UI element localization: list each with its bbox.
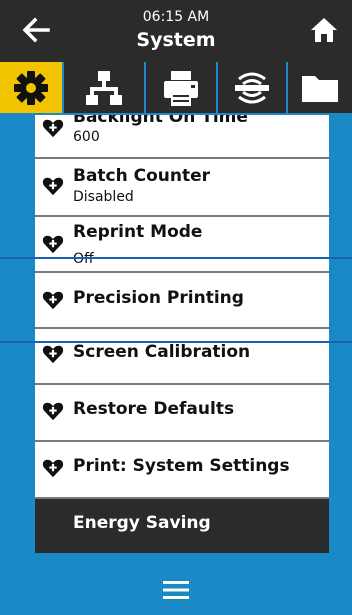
- folder-icon: [302, 75, 338, 102]
- item-value: 600: [73, 129, 100, 145]
- scroll-region-bottom-line: [0, 341, 352, 343]
- add-heart-icon: [42, 402, 64, 421]
- hamburger-menu-icon[interactable]: [163, 579, 189, 601]
- list-item-reprint-mode[interactable]: Reprint Mode Off: [35, 217, 329, 273]
- item-label: Restore Defaults: [73, 399, 235, 419]
- item-label: Energy Saving: [73, 513, 211, 533]
- network-icon: [86, 70, 122, 105]
- tab-storage[interactable]: [288, 62, 352, 113]
- item-value: Disabled: [73, 189, 134, 205]
- home-icon[interactable]: [308, 14, 340, 46]
- printer-icon: [164, 70, 198, 106]
- settings-list: Backlight On Time 600 Batch Counter Disa…: [35, 115, 329, 555]
- add-heart-icon: [42, 291, 64, 310]
- tab-bar: [0, 62, 352, 115]
- item-value: Off: [73, 251, 94, 267]
- add-heart-icon: [42, 119, 64, 138]
- clock-time: 06:15 AM: [142, 9, 210, 25]
- add-heart-icon: [42, 235, 64, 254]
- add-heart-icon: [42, 177, 64, 196]
- list-item-screen-calibration[interactable]: Screen Calibration: [35, 329, 329, 385]
- item-label: Precision Printing: [73, 288, 244, 308]
- tab-rfid[interactable]: [218, 62, 286, 113]
- gear-icon: [14, 70, 48, 105]
- header-bar: 06:15 AM System: [0, 0, 352, 62]
- list-item-restore-defaults[interactable]: Restore Defaults: [35, 385, 329, 442]
- item-label: Batch Counter: [73, 166, 211, 186]
- page-title: System: [136, 29, 216, 51]
- rfid-icon: [235, 72, 269, 103]
- scroll-region-top-line: [0, 257, 352, 259]
- list-item-batch-counter[interactable]: Batch Counter Disabled: [35, 159, 329, 217]
- tab-network[interactable]: [64, 62, 144, 113]
- list-item-backlight-on-time[interactable]: Backlight On Time 600: [35, 115, 329, 159]
- list-item-energy-saving[interactable]: Energy Saving: [35, 499, 329, 553]
- item-label: Reprint Mode: [73, 222, 203, 242]
- list-item-precision-printing[interactable]: Precision Printing: [35, 273, 329, 329]
- item-label: Print: System Settings: [73, 456, 290, 476]
- list-item-print-system-settings[interactable]: Print: System Settings: [35, 442, 329, 499]
- add-heart-icon: [42, 459, 64, 478]
- tab-settings[interactable]: [0, 62, 62, 113]
- tab-print[interactable]: [146, 62, 216, 113]
- item-label: Screen Calibration: [73, 342, 251, 362]
- add-heart-icon: [42, 345, 64, 364]
- item-label: Backlight On Time: [73, 115, 248, 127]
